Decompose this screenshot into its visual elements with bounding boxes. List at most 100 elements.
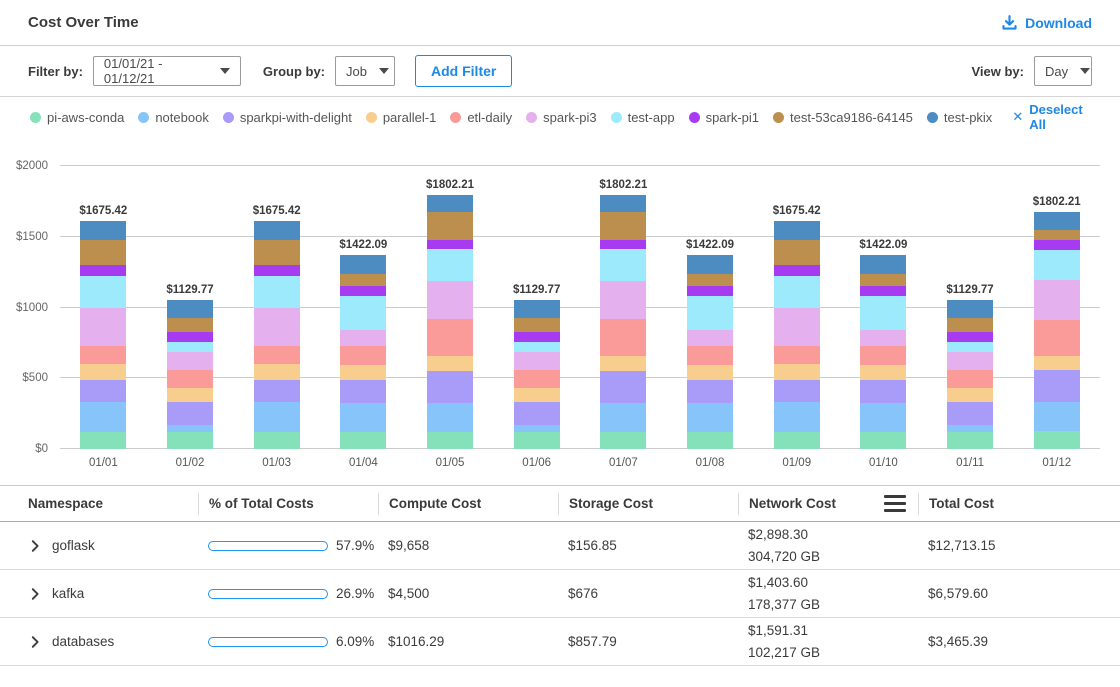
bar-01/03[interactable]: $1675.42 bbox=[233, 166, 320, 449]
bar-segment-pi-aws-conda[interactable] bbox=[1034, 431, 1080, 449]
bar-segment-spark-pi1[interactable] bbox=[340, 286, 386, 297]
bar-segment-spark-pi3[interactable] bbox=[947, 352, 993, 370]
bar-segment-test-app[interactable] bbox=[947, 342, 993, 351]
bar-segment-parallel-1[interactable] bbox=[427, 356, 473, 371]
column-header-storage-cost[interactable]: Storage Cost bbox=[558, 493, 738, 515]
bar-segment-spark-pi1[interactable] bbox=[254, 265, 300, 276]
bar-segment-notebook[interactable] bbox=[860, 403, 906, 432]
bar-segment-test-pkix[interactable] bbox=[167, 300, 213, 318]
bar-segment-sparkpi-with-delight[interactable] bbox=[340, 380, 386, 403]
bar-segment-pi-aws-conda[interactable] bbox=[167, 432, 213, 449]
bar-segment-pi-aws-conda[interactable] bbox=[254, 432, 300, 449]
bar-segment-test-app[interactable] bbox=[514, 342, 560, 351]
bar-segment-parallel-1[interactable] bbox=[254, 364, 300, 380]
bar-segment-test-app[interactable] bbox=[254, 276, 300, 308]
bar-segment-spark-pi3[interactable] bbox=[514, 352, 560, 370]
bar-segment-spark-pi3[interactable] bbox=[167, 352, 213, 370]
download-button[interactable]: Download bbox=[1001, 14, 1092, 31]
bar-segment-test-53ca9186-64145[interactable] bbox=[947, 318, 993, 332]
bar-segment-test-app[interactable] bbox=[427, 249, 473, 280]
bar-segment-test-app[interactable] bbox=[860, 296, 906, 329]
bar-segment-test-53ca9186-64145[interactable] bbox=[427, 212, 473, 240]
bar-segment-sparkpi-with-delight[interactable] bbox=[860, 380, 906, 403]
bar-segment-etl-daily[interactable] bbox=[687, 346, 733, 365]
column-header-network-cost[interactable]: Network Cost bbox=[738, 493, 918, 515]
bar-segment-notebook[interactable] bbox=[947, 425, 993, 432]
bar-segment-etl-daily[interactable] bbox=[340, 346, 386, 365]
bar-segment-sparkpi-with-delight[interactable] bbox=[167, 402, 213, 425]
bar-segment-notebook[interactable] bbox=[340, 403, 386, 432]
bar-segment-spark-pi3[interactable] bbox=[774, 308, 820, 346]
column-header-namespace[interactable]: Namespace bbox=[18, 493, 198, 515]
bar-01/05[interactable]: $1802.21 bbox=[407, 166, 494, 449]
bar-segment-etl-daily[interactable] bbox=[254, 346, 300, 364]
bar-segment-notebook[interactable] bbox=[687, 403, 733, 432]
bar-segment-test-53ca9186-64145[interactable] bbox=[687, 274, 733, 286]
bar-segment-etl-daily[interactable] bbox=[1034, 320, 1080, 356]
legend-item-spark-pi3[interactable]: spark-pi3 bbox=[526, 110, 596, 125]
bar-01/08[interactable]: $1422.09 bbox=[667, 166, 754, 449]
bar-segment-spark-pi3[interactable] bbox=[687, 330, 733, 346]
bar-segment-spark-pi1[interactable] bbox=[860, 286, 906, 297]
bar-01/04[interactable]: $1422.09 bbox=[320, 166, 407, 449]
bar-segment-spark-pi1[interactable] bbox=[167, 332, 213, 342]
bar-segment-etl-daily[interactable] bbox=[947, 370, 993, 388]
bar-segment-spark-pi1[interactable] bbox=[80, 265, 126, 276]
bar-segment-pi-aws-conda[interactable] bbox=[687, 432, 733, 449]
add-filter-button[interactable]: Add Filter bbox=[415, 55, 512, 87]
legend-item-test-53ca9186-64145[interactable]: test-53ca9186-64145 bbox=[773, 110, 913, 125]
bar-segment-sparkpi-with-delight[interactable] bbox=[427, 371, 473, 403]
bar-segment-test-53ca9186-64145[interactable] bbox=[860, 274, 906, 286]
chevron-right-icon[interactable] bbox=[28, 635, 42, 649]
bar-segment-notebook[interactable] bbox=[1034, 402, 1080, 431]
bar-segment-etl-daily[interactable] bbox=[774, 346, 820, 364]
bar-segment-parallel-1[interactable] bbox=[860, 365, 906, 380]
bar-segment-spark-pi1[interactable] bbox=[947, 332, 993, 342]
bar-segment-test-app[interactable] bbox=[687, 296, 733, 329]
namespace-expander[interactable]: databases bbox=[18, 634, 198, 649]
bar-segment-etl-daily[interactable] bbox=[427, 319, 473, 356]
bar-segment-etl-daily[interactable] bbox=[600, 319, 646, 356]
bar-segment-notebook[interactable] bbox=[600, 403, 646, 432]
bar-segment-test-pkix[interactable] bbox=[1034, 212, 1080, 231]
bar-01/11[interactable]: $1129.77 bbox=[927, 166, 1014, 449]
legend-item-parallel-1[interactable]: parallel-1 bbox=[366, 110, 436, 125]
bar-segment-parallel-1[interactable] bbox=[167, 388, 213, 401]
bar-segment-sparkpi-with-delight[interactable] bbox=[600, 371, 646, 403]
bar-segment-sparkpi-with-delight[interactable] bbox=[514, 402, 560, 425]
bar-segment-test-pkix[interactable] bbox=[687, 255, 733, 273]
legend-item-sparkpi-with-delight[interactable]: sparkpi-with-delight bbox=[223, 110, 352, 125]
bar-segment-spark-pi1[interactable] bbox=[427, 240, 473, 249]
bar-segment-parallel-1[interactable] bbox=[947, 388, 993, 401]
bar-segment-pi-aws-conda[interactable] bbox=[600, 432, 646, 449]
bar-segment-sparkpi-with-delight[interactable] bbox=[254, 380, 300, 403]
bar-segment-test-app[interactable] bbox=[1034, 250, 1080, 280]
bar-segment-parallel-1[interactable] bbox=[1034, 356, 1080, 371]
bar-segment-parallel-1[interactable] bbox=[687, 365, 733, 380]
bar-segment-spark-pi3[interactable] bbox=[340, 330, 386, 346]
bar-01/12[interactable]: $1802.21 bbox=[1013, 166, 1100, 449]
bar-01/09[interactable]: $1675.42 bbox=[753, 166, 840, 449]
bar-segment-test-pkix[interactable] bbox=[774, 221, 820, 240]
legend-item-pi-aws-conda[interactable]: pi-aws-conda bbox=[30, 110, 124, 125]
bar-segment-test-53ca9186-64145[interactable] bbox=[254, 240, 300, 265]
bar-segment-notebook[interactable] bbox=[80, 402, 126, 431]
bar-segment-sparkpi-with-delight[interactable] bbox=[947, 402, 993, 425]
bar-segment-test-53ca9186-64145[interactable] bbox=[1034, 230, 1080, 239]
column-header-compute-cost[interactable]: Compute Cost bbox=[378, 493, 558, 515]
bar-segment-sparkpi-with-delight[interactable] bbox=[80, 380, 126, 403]
chevron-right-icon[interactable] bbox=[28, 539, 42, 553]
bar-segment-test-53ca9186-64145[interactable] bbox=[340, 274, 386, 286]
bar-segment-test-53ca9186-64145[interactable] bbox=[600, 212, 646, 240]
bar-segment-etl-daily[interactable] bbox=[514, 370, 560, 388]
bar-segment-notebook[interactable] bbox=[514, 425, 560, 432]
bar-segment-test-app[interactable] bbox=[340, 296, 386, 329]
bar-segment-test-app[interactable] bbox=[80, 276, 126, 308]
legend-item-test-app[interactable]: test-app bbox=[611, 110, 675, 125]
legend-item-notebook[interactable]: notebook bbox=[138, 110, 209, 125]
legend-item-test-pkix[interactable]: test-pkix bbox=[927, 110, 992, 125]
bar-segment-pi-aws-conda[interactable] bbox=[340, 432, 386, 449]
bar-segment-test-app[interactable] bbox=[774, 276, 820, 308]
bar-segment-test-pkix[interactable] bbox=[340, 255, 386, 273]
bar-01/01[interactable]: $1675.42 bbox=[60, 166, 147, 449]
